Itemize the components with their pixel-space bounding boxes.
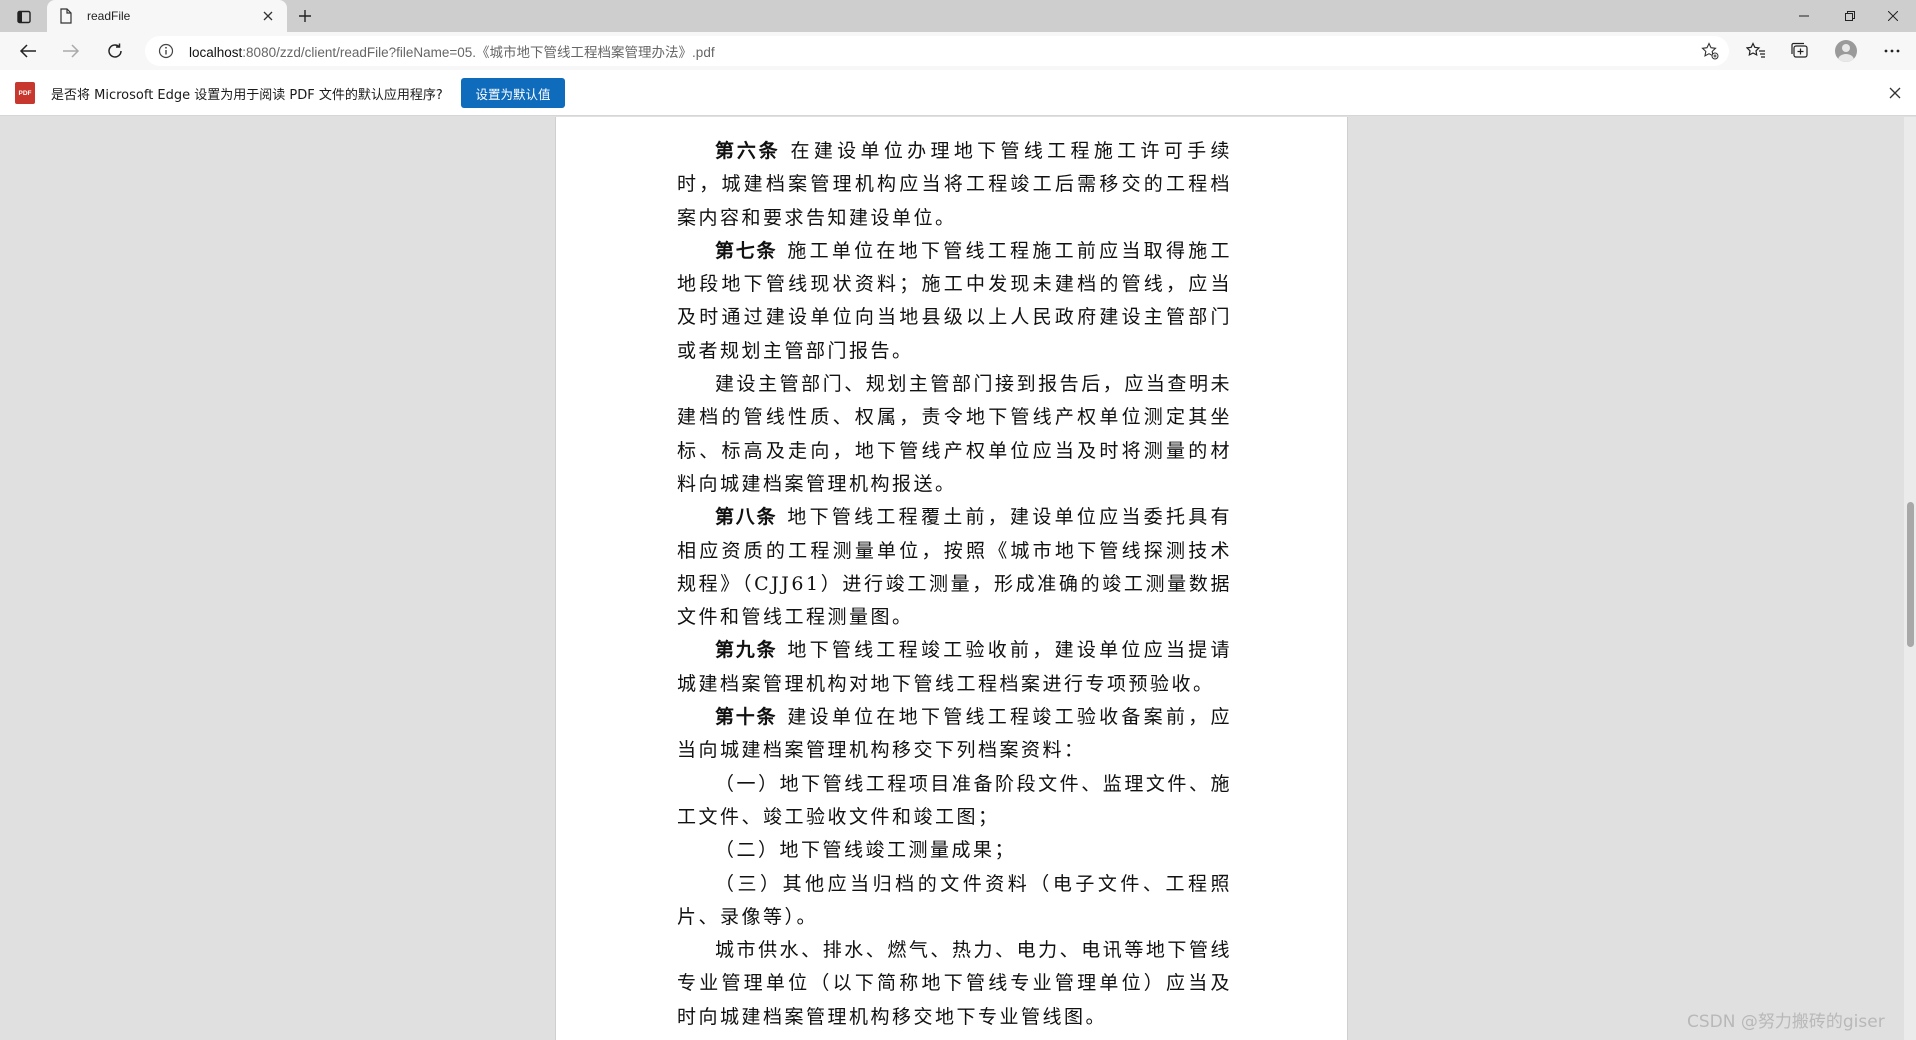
address-bar[interactable]: localhost:8080/zzd/client/readFile?fileN… <box>145 36 1729 66</box>
tab-close-icon[interactable] <box>259 7 277 25</box>
close-window-button[interactable] <box>1870 0 1916 32</box>
set-default-button[interactable]: 设置为默认值 <box>461 78 565 108</box>
collections-button[interactable] <box>1785 37 1815 65</box>
document-paragraph: 第六条 在建设单位办理地下管线工程施工许可手续时，城建档案管理机构应当将工程竣工后… <box>677 135 1232 235</box>
document-paragraph: 第九条 地下管线工程竣工验收前，建设单位应当提请城建档案管理机构对地下管线工程档案… <box>677 634 1232 701</box>
pdf-viewer[interactable]: 第六条 在建设单位办理地下管线工程施工许可手续时，城建档案管理机构应当将工程竣工后… <box>0 117 1916 1040</box>
forward-button[interactable] <box>56 37 86 65</box>
article-number: 第十条 <box>715 706 778 729</box>
default-pdf-infobar: PDF 是否将 Microsoft Edge 设置为用于阅读 PDF 文件的默认… <box>0 70 1916 116</box>
tab-readfile[interactable]: readFile <box>47 0 287 32</box>
restore-button[interactable] <box>1827 0 1873 32</box>
favorites-icon <box>1746 42 1765 58</box>
paragraph-text: 建设主管部门、规划主管部门接到报告后，应当查明未建档的管线性质、权属，责令地下管… <box>677 373 1232 495</box>
new-tab-button[interactable] <box>292 4 318 28</box>
document-body: 第六条 在建设单位办理地下管线工程施工许可手续时，城建档案管理机构应当将工程竣工后… <box>677 135 1232 1034</box>
document-paragraph: 城市供水、排水、燃气、热力、电力、电讯等地下管线专业管理单位（以下简称地下管线专… <box>677 934 1232 1034</box>
document-paragraph: 建设主管部门、规划主管部门接到报告后，应当查明未建档的管线性质、权属，责令地下管… <box>677 368 1232 501</box>
minimize-icon <box>1799 15 1809 17</box>
minimize-button[interactable] <box>1781 0 1827 32</box>
article-number: 第七条 <box>715 239 778 262</box>
url-host: localhost <box>189 45 243 60</box>
paragraph-text: （三）其他应当归档的文件资料（电子文件、工程照片、录像等）。 <box>677 872 1232 928</box>
document-paragraph: 第八条 地下管线工程覆土前，建设单位应当委托具有相应资质的工程测量单位，按照《城市… <box>677 501 1232 634</box>
back-arrow-icon <box>19 44 36 58</box>
avatar <box>1835 40 1857 62</box>
back-button[interactable] <box>13 37 43 65</box>
paragraph-text: 城市供水、排水、燃气、热力、电力、电讯等地下管线专业管理单位（以下简称地下管线专… <box>677 939 1232 1028</box>
collections-icon <box>1791 42 1808 58</box>
plus-icon <box>299 10 311 22</box>
pdf-page: 第六条 在建设单位办理地下管线工程施工许可手续时，城建档案管理机构应当将工程竣工后… <box>555 117 1348 1040</box>
add-favorite-button[interactable] <box>1699 41 1721 61</box>
url-path: :8080/zzd/client/readFile?fileName=05.《城… <box>242 45 715 60</box>
profile-button[interactable] <box>1831 37 1861 65</box>
tab-strip: readFile <box>0 0 1916 32</box>
refresh-icon <box>108 43 122 58</box>
document-paragraph: （三）其他应当归档的文件资料（电子文件、工程照片、录像等）。 <box>677 868 1232 935</box>
pdf-icon: PDF <box>15 82 35 104</box>
infobar-message: 是否将 Microsoft Edge 设置为用于阅读 PDF 文件的默认应用程序… <box>51 88 443 103</box>
page-icon <box>57 7 75 25</box>
scrollbar-thumb[interactable] <box>1907 502 1914 647</box>
close-icon <box>1888 11 1898 21</box>
article-number: 第六条 <box>715 140 781 162</box>
tab-actions-button[interactable] <box>10 6 38 28</box>
infobar-close-icon[interactable] <box>1885 83 1905 103</box>
paragraph-text: （二）地下管线竣工测量成果； <box>715 839 1017 862</box>
url-text[interactable]: localhost:8080/zzd/client/readFile?fileN… <box>189 41 715 61</box>
article-number: 第九条 <box>715 639 778 662</box>
restore-icon <box>1845 11 1855 21</box>
document-paragraph: 第十条 建设单位在地下管线工程竣工验收备案前，应当向城建档案管理机构移交下列档案资… <box>677 701 1232 768</box>
more-icon <box>1884 49 1900 53</box>
favorites-button[interactable] <box>1741 37 1771 65</box>
tab-actions-icon <box>17 10 31 24</box>
scrollbar[interactable] <box>1904 117 1916 1040</box>
watermark: CSDN @努力搬砖的giser <box>1687 1012 1885 1032</box>
document-paragraph: （一）地下管线工程项目准备阶段文件、监理文件、施工文件、竣工验收文件和竣工图； <box>677 768 1232 835</box>
article-number: 第八条 <box>715 506 778 529</box>
refresh-button[interactable] <box>100 37 130 65</box>
paragraph-text: （一）地下管线工程项目准备阶段文件、监理文件、施工文件、竣工验收文件和竣工图； <box>677 772 1232 828</box>
document-paragraph: 第七条 施工单位在地下管线工程施工前应当取得施工地段地下管线现状资料；施工中发现未… <box>677 235 1232 368</box>
address-toolbar: localhost:8080/zzd/client/readFile?fileN… <box>0 32 1916 70</box>
info-icon[interactable] <box>157 42 175 60</box>
forward-arrow-icon <box>63 44 80 58</box>
tab-title: readFile <box>87 9 131 23</box>
star-add-icon <box>1701 42 1719 60</box>
settings-more-button[interactable] <box>1877 37 1907 65</box>
document-paragraph: （二）地下管线竣工测量成果； <box>677 834 1232 867</box>
